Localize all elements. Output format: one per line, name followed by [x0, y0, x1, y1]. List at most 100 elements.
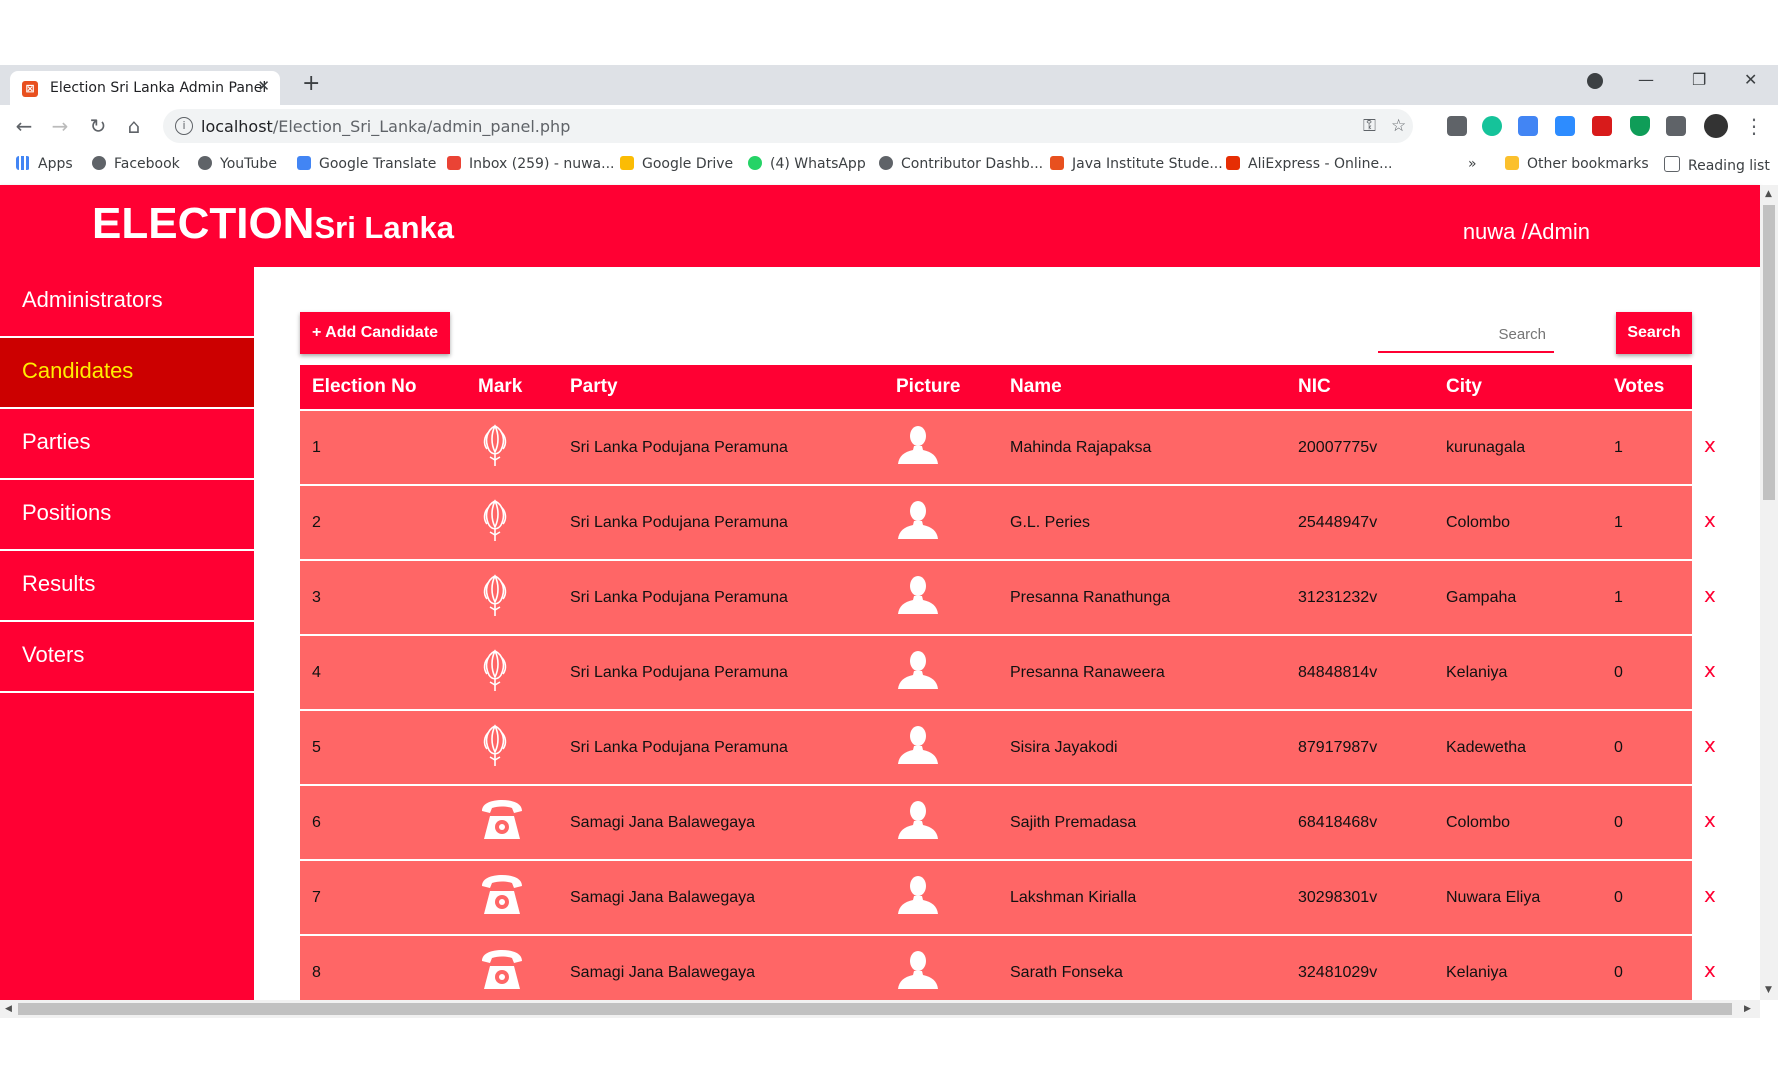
search-button[interactable]: Search — [1616, 312, 1692, 354]
candidate-photo-icon — [896, 801, 940, 845]
col-city: City — [1434, 365, 1602, 411]
delete-icon[interactable]: x — [1704, 733, 1716, 757]
cell-mark — [466, 485, 558, 561]
zoom-icon[interactable] — [1555, 116, 1575, 136]
cell-election-no: 6 — [300, 785, 466, 861]
drive-icon — [620, 156, 634, 170]
col-votes: Votes — [1602, 365, 1692, 411]
cell-city: kurunagala — [1434, 410, 1602, 486]
scroll-right-icon[interactable]: ▶ — [1744, 1004, 1751, 1014]
vertical-scrollbar[interactable]: ▲ ▼ — [1760, 185, 1778, 1000]
delete-icon[interactable]: x — [1704, 808, 1716, 832]
cell-picture — [884, 410, 998, 486]
cell-party: Sri Lanka Podujana Peramuna — [558, 635, 884, 711]
vertical-scroll-thumb[interactable] — [1763, 205, 1775, 500]
address-bar[interactable]: i localhost/Election_Sri_Lanka/admin_pan… — [163, 109, 1413, 143]
bookmark-youtube[interactable]: YouTube — [198, 156, 277, 172]
table-row: 6 Samagi Jana Balawegaya Sajith Premadasa 6… — [300, 785, 1692, 861]
delete-icon[interactable]: x — [1704, 508, 1716, 532]
bookmark-star-icon[interactable]: ☆ — [1391, 116, 1406, 136]
cell-nic: 68418468v — [1286, 785, 1434, 861]
bookmark-whatsapp[interactable]: (4) WhatsApp — [748, 156, 866, 172]
delete-icon[interactable]: x — [1704, 433, 1716, 457]
gmail-icon — [447, 156, 461, 170]
avatar[interactable] — [1704, 114, 1728, 138]
close-window-icon[interactable]: ✕ — [1744, 70, 1757, 89]
candidate-photo-icon — [896, 576, 940, 620]
bookmark-other[interactable]: Other bookmarks — [1505, 156, 1649, 172]
sidebar-item-administrators[interactable]: Administrators — [0, 267, 254, 338]
cell-picture — [884, 635, 998, 711]
bookmark-apps[interactable]: Apps — [16, 156, 73, 172]
sidebar-item-parties[interactable]: Parties — [0, 409, 254, 480]
add-candidate-button[interactable]: + Add Candidate — [300, 312, 450, 354]
scroll-left-icon[interactable]: ◀ — [5, 1004, 12, 1014]
bookmark-inbox[interactable]: Inbox (259) - nuwa... — [447, 156, 614, 172]
flower-icon — [478, 574, 512, 622]
forward-icon[interactable]: → — [46, 112, 74, 140]
cell-votes: 1 — [1602, 560, 1692, 636]
table-row: 7 Samagi Jana Balawegaya Lakshman Kirialla… — [300, 860, 1692, 936]
bookmark-aliexpress[interactable]: AliExpress - Online... — [1226, 156, 1392, 172]
cell-picture — [884, 860, 998, 936]
cell-mark — [466, 785, 558, 861]
cell-city: Nuwara Eliya — [1434, 860, 1602, 936]
bookmark-java-institute[interactable]: Java Institute Stude... — [1050, 156, 1223, 172]
grammarly-icon[interactable] — [1482, 116, 1502, 136]
cell-party: Samagi Jana Balawegaya — [558, 785, 884, 861]
delete-icon[interactable]: x — [1704, 658, 1716, 682]
cell-nic: 30298301v — [1286, 860, 1434, 936]
reading-list[interactable]: Reading list — [1664, 156, 1770, 174]
delete-icon[interactable]: x — [1704, 583, 1716, 607]
java-icon — [1050, 156, 1064, 170]
bookmark-facebook[interactable]: Facebook — [92, 156, 180, 172]
key-icon[interactable]: ⚿ — [1363, 116, 1376, 136]
delete-icon[interactable]: x — [1704, 958, 1716, 982]
horizontal-scroll-thumb[interactable] — [18, 1003, 1732, 1015]
extensions-puzzle-icon[interactable] — [1666, 116, 1686, 136]
google-translate-ext-icon[interactable] — [1518, 116, 1538, 136]
delete-icon[interactable]: x — [1704, 883, 1716, 907]
sidebar-item-voters[interactable]: Voters — [0, 622, 254, 693]
pdf-icon[interactable] — [1592, 116, 1612, 136]
bookmarks-overflow[interactable]: » — [1468, 156, 1477, 172]
home-icon[interactable]: ⌂ — [120, 112, 148, 140]
bookmark-google-drive[interactable]: Google Drive — [620, 156, 733, 172]
new-tab-button[interactable]: + — [302, 71, 320, 96]
back-icon[interactable]: ← — [10, 112, 38, 140]
bookmark-contributor[interactable]: Contributor Dashb... — [879, 156, 1043, 172]
user-label[interactable]: nuwa /Admin — [1463, 219, 1590, 245]
site-info-icon[interactable]: i — [175, 117, 193, 135]
browser-tab[interactable]: ⊠ Election Sri Lanka Admin Panel ✕ — [10, 71, 280, 105]
sidebar: Administrators Candidates Parties Positi… — [0, 267, 254, 1000]
cell-city: Kelaniya — [1434, 935, 1602, 1000]
profile-dropdown-icon[interactable] — [1587, 73, 1603, 89]
brand-logo: ELECTIONSri Lanka — [92, 199, 454, 249]
globe-icon — [198, 156, 212, 170]
cell-party: Samagi Jana Balawegaya — [558, 935, 884, 1000]
menu-dots-icon[interactable]: ⋮ — [1740, 112, 1768, 140]
minimize-icon[interactable]: — — [1638, 70, 1654, 89]
bookmark-google-translate[interactable]: Google Translate — [297, 156, 436, 172]
col-picture: Picture — [884, 365, 998, 411]
cell-city: Gampaha — [1434, 560, 1602, 636]
cell-mark — [466, 710, 558, 786]
sidebar-item-candidates[interactable]: Candidates — [0, 338, 254, 409]
cell-party: Sri Lanka Podujana Peramuna — [558, 485, 884, 561]
restore-icon[interactable]: ❐ — [1692, 70, 1706, 89]
shield-icon[interactable] — [1630, 116, 1650, 136]
horizontal-scrollbar[interactable]: ◀ ▶ — [0, 1000, 1760, 1018]
sidebar-item-results[interactable]: Results — [0, 551, 254, 622]
cell-city: Colombo — [1434, 485, 1602, 561]
cell-city: Kelaniya — [1434, 635, 1602, 711]
tab-close-icon[interactable]: ✕ — [257, 77, 270, 95]
sidebar-item-positions[interactable]: Positions — [0, 480, 254, 551]
scroll-down-icon[interactable]: ▼ — [1765, 985, 1772, 995]
reload-icon[interactable]: ↻ — [84, 112, 112, 140]
cell-votes: 0 — [1602, 860, 1692, 936]
search-input[interactable] — [1378, 317, 1554, 353]
xampp-favicon-icon: ⊠ — [22, 81, 38, 97]
cell-nic: 87917987v — [1286, 710, 1434, 786]
scroll-up-icon[interactable]: ▲ — [1765, 189, 1772, 199]
extension-reader-icon[interactable] — [1447, 116, 1467, 136]
